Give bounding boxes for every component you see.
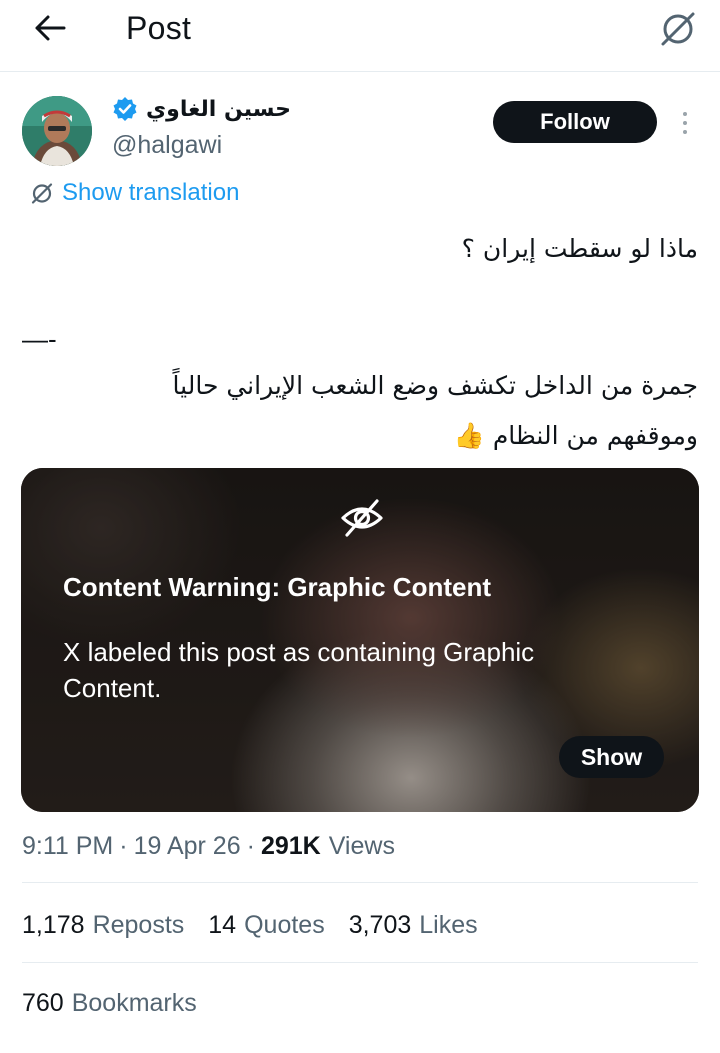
reposts-stat[interactable]: 1,178 Reposts	[22, 911, 184, 940]
quotes-stat[interactable]: 14 Quotes	[208, 911, 324, 940]
arrow-left-icon	[35, 15, 66, 41]
likes-label: Likes	[419, 910, 478, 939]
likes-stat[interactable]: 3,703 Likes	[349, 911, 478, 940]
translate-toggle-button[interactable]	[656, 6, 700, 50]
more-options-icon[interactable]	[670, 106, 700, 140]
tweet-text-line-1: ماذا لو سقطت إيران ؟	[461, 234, 698, 263]
author-avatar[interactable]	[22, 96, 92, 166]
bookmarks-stat-inner: 760 Bookmarks	[22, 989, 197, 1018]
content-warning-body: X labeled this post as containing Graphi…	[63, 637, 535, 703]
avatar-image	[22, 96, 92, 166]
author-handle[interactable]: @halgawi	[112, 128, 222, 162]
media-content-warning[interactable]: Content Warning: Graphic Content X label…	[21, 468, 699, 812]
views-count: 291K	[260, 831, 321, 860]
meta-separator: ·	[119, 831, 128, 860]
show-translation-link[interactable]: Show translation	[30, 176, 239, 210]
translate-icon	[31, 183, 53, 204]
follow-button[interactable]: Follow	[493, 101, 657, 143]
post-time[interactable]: 9:11 PM	[22, 832, 113, 861]
tweet-text-line-2: جمرة من الداخل تكشف وضع الشعب الإيراني ح…	[172, 371, 698, 400]
meta-separator: ·	[246, 831, 255, 860]
divider	[22, 882, 698, 883]
quotes-count: 14	[208, 910, 237, 939]
top-bar: Post	[0, 0, 720, 72]
translate-off-icon	[661, 12, 695, 46]
quotes-label: Quotes	[244, 910, 325, 939]
post-date[interactable]: 19 Apr 26	[134, 832, 241, 861]
page-title: Post	[126, 10, 192, 46]
back-button[interactable]	[30, 8, 70, 48]
tweet-text-dash: —-	[22, 324, 57, 354]
show-translation-label: Show translation	[62, 179, 240, 206]
bookmarks-count: 760	[22, 988, 64, 1017]
divider	[22, 962, 698, 963]
likes-count: 3,703	[348, 910, 412, 939]
verified-badge-icon	[112, 96, 138, 122]
author-name: حسين الغاوي	[146, 96, 291, 122]
engagement-stats: 1,178 Reposts 14 Quotes 3,703 Likes	[22, 906, 478, 944]
bookmarks-label: Bookmarks	[71, 988, 197, 1017]
bookmarks-stat[interactable]: 760 Bookmarks	[22, 984, 197, 1022]
reposts-count: 1,178	[22, 910, 85, 939]
content-warning-title: Content Warning: Graphic Content	[63, 572, 491, 602]
tweet-text-line-3: وموقفهم من النظام 👍	[453, 421, 698, 450]
post-meta: 9:11 PM · 19 Apr 26 · 291K Views	[22, 828, 395, 864]
views-label: Views	[328, 831, 395, 860]
reposts-label: Reposts	[92, 910, 185, 939]
author-name-row[interactable]: حسين الغاوي	[112, 92, 291, 126]
show-media-button[interactable]: Show	[559, 736, 664, 778]
eye-slash-icon	[341, 499, 383, 537]
